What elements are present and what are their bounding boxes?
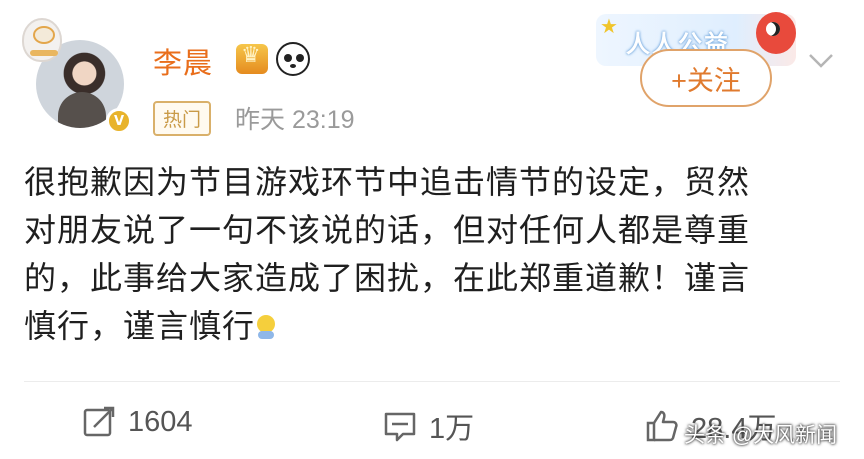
watermark: 头条 @大风新闻 — [684, 424, 838, 447]
hot-tag: 热门 — [153, 101, 212, 136]
repost-icon — [83, 406, 115, 437]
avatar-pendant-icon — [22, 18, 62, 62]
post-line: 很抱歉因为节目游戏环节中追击情节的设定，贸然 — [24, 164, 751, 200]
comment-count: 1万 — [429, 413, 475, 445]
comment-button[interactable]: 1万 — [383, 405, 474, 447]
author-name[interactable]: 李晨 — [153, 40, 213, 82]
post-timestamp: 昨天 23:19 — [235, 106, 355, 134]
follow-button[interactable]: +关注 — [640, 49, 772, 107]
post-body: 很抱歉因为节目游戏环节中追击情节的设定，贸然 对朋友说了一句不该说的话，但对任何… — [24, 158, 844, 350]
repost-count: 1604 — [128, 405, 193, 438]
verified-badge-icon: V — [106, 108, 132, 134]
post-line: 的，此事给大家造成了困扰，在此郑重道歉！谨言 — [24, 260, 751, 296]
post-line: 慎行，谨言慎行 — [24, 308, 256, 344]
like-icon — [646, 410, 678, 442]
comment-icon — [384, 412, 416, 442]
avatar-group[interactable]: V — [22, 18, 140, 136]
divider — [24, 381, 840, 382]
emoji-icon — [255, 311, 279, 341]
post-line: 对朋友说了一句不该说的话，但对任何人都是尊重 — [24, 212, 751, 248]
crown-icon — [236, 43, 268, 74]
post-line-last: 慎行，谨言慎行 — [24, 302, 844, 350]
star-icon: ★ — [600, 14, 618, 38]
repost-button[interactable]: 1604 — [82, 405, 193, 439]
chevron-down-icon[interactable] — [808, 52, 834, 70]
panda-icon — [276, 42, 310, 76]
bird-icon — [756, 12, 796, 54]
